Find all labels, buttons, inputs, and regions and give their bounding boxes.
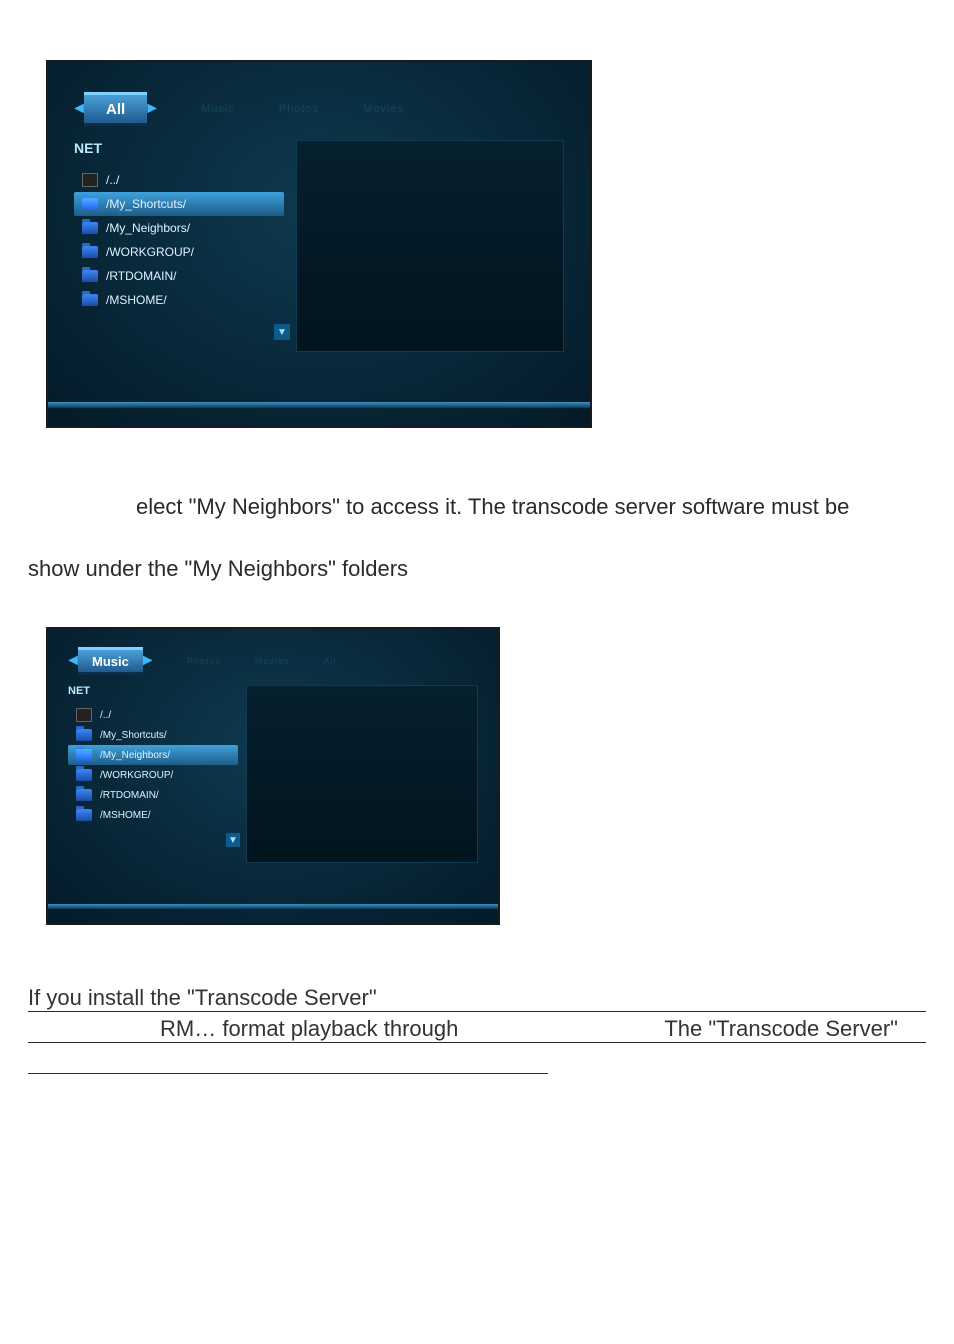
list-item[interactable]: /My_Shortcuts/ — [74, 192, 284, 216]
folder-icon — [76, 769, 92, 781]
list-item-label: /My_Neighbors/ — [100, 750, 170, 761]
folder-icon — [76, 789, 92, 801]
tab-music[interactable]: Music — [201, 103, 235, 115]
folder-icon — [82, 246, 98, 258]
bottom-line1: If you install the "Transcode Server" — [28, 985, 377, 1011]
list-item[interactable]: /../ — [68, 705, 238, 725]
list-item-label: /../ — [100, 710, 111, 721]
bottom-underlined-block: If you install the "Transcode Server" RM… — [28, 979, 926, 1074]
tab-strip: ◄ All ► Music Photos Movies — [74, 92, 570, 126]
panel-title: NET — [68, 685, 238, 697]
body-line2: show under the "My Neighbors" folders — [28, 556, 408, 581]
tab-active-label: All — [106, 101, 125, 118]
tab-strip: ◄ Music ► Photos Movies All — [68, 647, 486, 675]
bottom-line3-empty — [28, 1043, 548, 1074]
body-paragraph: elect "My Neighbors" to access it. The t… — [28, 476, 926, 599]
list-item-label: /My_Neighbors/ — [106, 221, 190, 235]
preview-pane — [296, 140, 564, 352]
list-item[interactable]: /My_Shortcuts/ — [68, 725, 238, 745]
bottom-bar — [48, 904, 498, 909]
list-item-label: /MSHOME/ — [106, 293, 167, 307]
folder-icon — [82, 222, 98, 234]
list-item[interactable]: /RTDOMAIN/ — [74, 264, 284, 288]
list-item[interactable]: /My_Neighbors/ — [68, 745, 238, 765]
tab-active[interactable]: Music — [78, 647, 143, 675]
nav-right-icon[interactable]: ► — [147, 96, 157, 122]
nav-right-icon[interactable]: ► — [143, 648, 153, 674]
screenshot-2: ◄ Music ► Photos Movies All NET /../ /My_… — [46, 627, 500, 925]
list-item-label: /MSHOME/ — [100, 810, 151, 821]
tab-photos[interactable]: Photos — [279, 103, 319, 115]
list-item-label: /WORKGROUP/ — [106, 245, 194, 259]
list-item-label: /WORKGROUP/ — [100, 770, 173, 781]
list-item[interactable]: /MSHOME/ — [68, 805, 238, 825]
list-item-label: /My_Shortcuts/ — [100, 730, 167, 741]
folder-panel: NET /../ /My_Shortcuts/ /My_Neighbors/ /WOR… — [68, 685, 238, 825]
tab-active-label: Music — [92, 654, 129, 669]
tab-all[interactable]: All — [323, 656, 336, 666]
nav-left-icon[interactable]: ◄ — [68, 648, 78, 674]
bottom-line2-left: RM… format playback through — [28, 1016, 458, 1042]
tab-photos[interactable]: Photos — [187, 656, 221, 666]
list-item[interactable]: /WORKGROUP/ — [74, 240, 284, 264]
list-item-label: /RTDOMAIN/ — [106, 269, 176, 283]
list-item[interactable]: /My_Neighbors/ — [74, 216, 284, 240]
nav-left-icon[interactable]: ◄ — [74, 96, 84, 122]
tab-active[interactable]: All — [84, 92, 147, 126]
tab-movies[interactable]: Movies — [363, 103, 404, 115]
scroll-down-icon[interactable]: ▼ — [274, 324, 290, 340]
list-item[interactable]: /../ — [74, 168, 284, 192]
tab-movies[interactable]: Movies — [255, 656, 290, 666]
folder-icon — [76, 749, 92, 761]
folder-panel: NET /../ /My_Shortcuts/ /My_Neighbors/ /WOR… — [74, 140, 284, 312]
folder-icon — [82, 198, 98, 210]
folder-icon — [76, 729, 92, 741]
list-item[interactable]: /WORKGROUP/ — [68, 765, 238, 785]
scroll-down-icon[interactable]: ▼ — [226, 833, 240, 847]
folder-icon — [82, 294, 98, 306]
list-item[interactable]: /MSHOME/ — [74, 288, 284, 312]
folder-icon — [76, 809, 92, 821]
screenshot-1: ◄ All ► Music Photos Movies NET /../ /My_… — [46, 60, 592, 428]
panel-title: NET — [74, 140, 284, 156]
list-item-label: /RTDOMAIN/ — [100, 790, 159, 801]
computer-icon — [76, 708, 92, 722]
list-item-label: /My_Shortcuts/ — [106, 197, 186, 211]
body-line1: elect "My Neighbors" to access it. The t… — [136, 494, 849, 519]
bottom-bar — [48, 402, 590, 408]
preview-pane — [246, 685, 478, 863]
bottom-line2-right: The "Transcode Server" — [664, 1016, 926, 1042]
computer-icon — [82, 173, 98, 187]
list-item-label: /../ — [106, 173, 119, 187]
list-item[interactable]: /RTDOMAIN/ — [68, 785, 238, 805]
folder-icon — [82, 270, 98, 282]
